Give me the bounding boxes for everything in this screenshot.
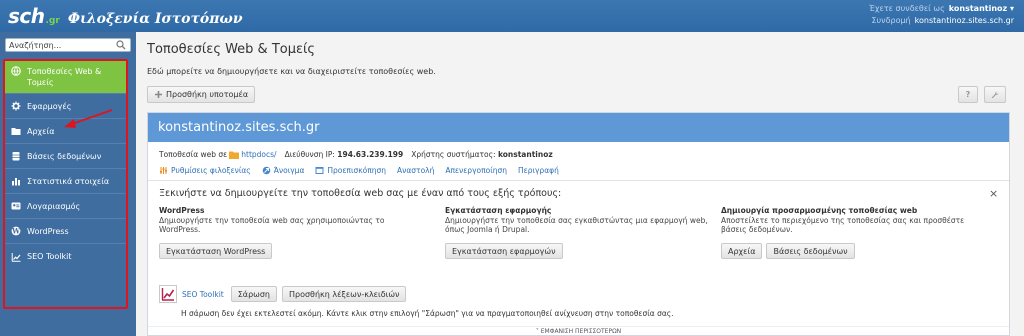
option-text: Δημιουργήστε την τοποθεσία web σας χρησι… — [159, 216, 385, 234]
site-domain-title[interactable]: konstantinoz.sites.sch.gr — [148, 113, 1009, 142]
description-link[interactable]: Περιγραφή — [518, 166, 559, 175]
seo-toolkit-logo — [159, 285, 177, 303]
files-button[interactable]: Αρχεία — [721, 243, 763, 259]
sidebar-item-label: Βάσεις δεδομένων — [27, 151, 102, 161]
option-title: Δημιουργία προσαρμοσμένης τοποθεσίας web — [721, 206, 918, 215]
account-icon — [11, 202, 21, 210]
sidebar-item-seo-toolkit[interactable]: SEO Toolkit — [5, 244, 126, 269]
wordpress-icon: W — [11, 226, 21, 236]
install-apps-button[interactable]: Εγκατάσταση εφαρμογών — [445, 243, 563, 259]
option-install-app: Εγκατάσταση εφαρμογής Δημιουργήστε την τ… — [445, 206, 710, 259]
webspace-folder-link[interactable]: httpdocs/ — [241, 150, 276, 159]
add-subdomain-label: Προσθήκη υποτομέα — [166, 90, 249, 99]
scan-button[interactable]: Σάρωση — [230, 286, 277, 302]
site-info-row: Τοποθεσία web σε httpdocs/ Διεύθυνση IP:… — [159, 150, 553, 159]
sidebar-item-statistics[interactable]: Στατιστικά στοιχεία — [5, 169, 126, 194]
sidebar-item-label: Αρχεία — [27, 126, 55, 136]
show-more-toggle[interactable]: ˅ ΕΜΦΑΝΙΣΗ ΠΕΡΙΣΣΟΤΕΡΩΝ — [148, 326, 1009, 336]
database-icon — [12, 152, 20, 161]
site-panel: konstantinoz.sites.sch.gr Τοποθεσία web … — [147, 112, 1010, 336]
sidebar-item-files[interactable]: Αρχεία — [5, 119, 126, 144]
suspend-link[interactable]: Αναστολή — [397, 166, 434, 175]
get-started-section: Ξεκινήστε να δημιουργείτε την τοποθεσία … — [148, 180, 1009, 291]
sidebar-item-label: SEO Toolkit — [27, 252, 72, 261]
option-text: Δημιουργήστε την τοποθεσία σας εγκαθιστώ… — [445, 216, 708, 234]
option-text: Αποστείλετε το περιεχόμενο της τοποθεσία… — [721, 216, 965, 234]
user-menu-caret-icon[interactable]: ▾ — [1007, 4, 1014, 13]
top-header: sch .gr Φιλοξενία Ιστοτόπων Έχετε συνδεθε… — [0, 0, 1024, 32]
folder-icon — [229, 151, 240, 159]
wrench-icon — [991, 91, 999, 98]
username-menu[interactable]: konstantinoz — [949, 4, 1007, 13]
sidebar-item-websites-domains[interactable]: Τοποθεσίες Web & Τομείς — [5, 61, 126, 94]
main-content: Τοποθεσίες Web & Τομείς Εδώ μπορείτε να … — [136, 32, 1024, 336]
close-icon[interactable]: × — [989, 187, 998, 200]
open-link[interactable]: Άνοιγμα — [262, 166, 304, 175]
sidebar-item-databases[interactable]: Βάσεις δεδομένων — [5, 144, 126, 169]
seo-toolkit-row: SEO Toolkit Σάρωση Προσθήκη λέξεων-κλειδ… — [159, 285, 407, 303]
subscription-label: Συνδρομή — [871, 16, 911, 25]
add-keywords-button[interactable]: Προσθήκη λέξεων-κλειδιών — [281, 286, 407, 302]
sidebar-item-label: Εφαρμογές — [27, 101, 72, 111]
gear-icon — [11, 101, 21, 111]
open-icon — [262, 166, 271, 175]
sidebar-item-wordpress[interactable]: W WordPress — [5, 219, 126, 244]
disable-link[interactable]: Απενεργοποίηση — [445, 166, 507, 175]
sidebar-nav: Τοποθεσίες Web & Τομείς Εφαρμογές Αρχεία… — [5, 61, 126, 269]
logo-gr: .gr — [45, 16, 60, 26]
webspace-label: Τοποθεσία web σε — [159, 150, 228, 159]
sidebar-item-label: WordPress — [27, 226, 69, 236]
install-wordpress-button[interactable]: Εγκατάσταση WordPress — [159, 243, 273, 259]
databases-button[interactable]: Βάσεις δεδομένων — [766, 243, 855, 259]
sidebar-item-label: Στατιστικά στοιχεία — [27, 176, 110, 186]
logged-in-label: Έχετε συνδεθεί ως — [868, 4, 945, 13]
help-button[interactable]: ? — [958, 86, 978, 103]
subscription-value[interactable]: konstantinoz.sites.sch.gr — [915, 16, 1014, 25]
account-info: Έχετε συνδεθεί ως konstantinoz ▾ Συνδρομή… — [869, 3, 1014, 27]
ip-value: 194.63.239.199 — [337, 150, 404, 159]
logo[interactable]: sch .gr Φιλοξενία Ιστοτόπων — [8, 4, 243, 28]
option-title: Εγκατάσταση εφαρμογής — [445, 206, 552, 215]
sidebar-item-account[interactable]: Λογαριασμός — [5, 194, 126, 219]
add-subdomain-button[interactable]: Προσθήκη υποτομέα — [147, 86, 256, 103]
seo-toolkit-link[interactable]: SEO Toolkit — [182, 290, 224, 299]
seo-chart-icon — [161, 288, 175, 301]
settings-icon — [160, 167, 167, 174]
option-wordpress: WordPress Δημιουργήστε την τοποθεσία web… — [159, 206, 424, 259]
app-title: Φιλοξενία Ιστοτόπων — [67, 11, 243, 27]
sidebar: Τοποθεσίες Web & Τομείς Εφαρμογές Αρχεία… — [0, 32, 136, 336]
tools-button[interactable] — [984, 86, 1006, 103]
seo-icon — [11, 252, 21, 262]
logo-sch: sch — [8, 4, 45, 28]
option-custom-site: Δημιουργία προσαρμοσμένης τοποθεσίας web… — [721, 206, 986, 259]
search-input[interactable] — [6, 39, 106, 51]
system-user-value: konstantinoz — [497, 150, 553, 159]
system-user-label: Χρήστης συστήματος: — [411, 150, 496, 159]
preview-link[interactable]: Προεπισκόπηση — [315, 166, 386, 175]
page-description: Εδώ μπορείτε να δημιουργήσετε και να δια… — [147, 67, 436, 76]
plus-icon — [155, 91, 162, 98]
folder-icon — [11, 128, 21, 135]
sidebar-search[interactable] — [5, 38, 131, 52]
sidebar-item-label: Λογαριασμός — [27, 201, 81, 211]
site-actions: Ρυθμίσεις φιλοξενίας Άνοιγμα Προεπισκόπη… — [159, 166, 570, 175]
option-title: WordPress — [159, 206, 205, 215]
chart-icon — [12, 178, 20, 186]
preview-icon — [315, 167, 324, 174]
sidebar-item-applications[interactable]: Εφαρμογές — [5, 94, 126, 119]
seo-status-message: Η σάρωση δεν έχει εκτελεστεί ακόμη. Κάντ… — [181, 309, 674, 318]
hosting-settings-link[interactable]: Ρυθμίσεις φιλοξενίας — [159, 166, 251, 175]
ip-label: Διεύθυνση IP: — [284, 150, 335, 159]
help-icon: ? — [965, 90, 971, 99]
get-started-title: Ξεκινήστε να δημιουργείτε την τοποθεσία … — [159, 188, 562, 199]
svg-text:W: W — [11, 227, 20, 236]
search-icon[interactable] — [116, 40, 126, 50]
page-title: Τοποθεσίες Web & Τομείς — [147, 42, 316, 57]
globe-icon — [11, 66, 21, 76]
sidebar-item-label: Τοποθεσίες Web & Τομείς — [27, 67, 102, 87]
